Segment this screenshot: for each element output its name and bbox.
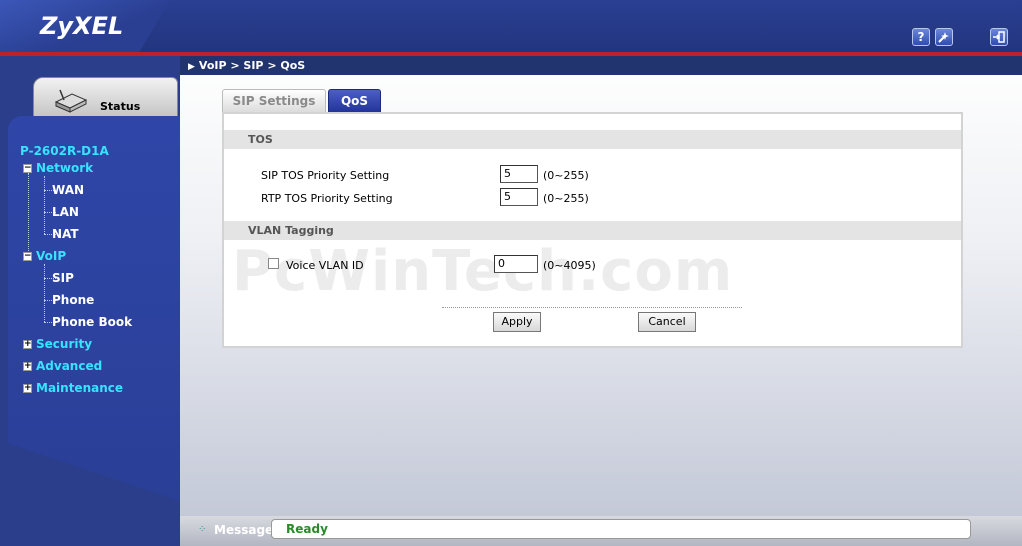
nav-maintenance[interactable]: Maintenance bbox=[36, 381, 123, 395]
tab-qos[interactable]: QoS bbox=[328, 89, 381, 112]
zyxel-logo: ZyXEL bbox=[40, 12, 124, 40]
expand-icon[interactable]: + bbox=[23, 384, 32, 393]
breadcrumb: ▶ VoIP > SIP > QoS bbox=[180, 56, 1022, 75]
breadcrumb-arrow-icon: ▶ bbox=[188, 62, 195, 72]
sip-tos-range: (0~255) bbox=[543, 169, 589, 182]
voice-vlan-checkbox[interactable] bbox=[268, 258, 279, 269]
nav-advanced[interactable]: Advanced bbox=[36, 359, 102, 373]
status-label: Status bbox=[100, 100, 141, 113]
router-icon bbox=[52, 88, 88, 117]
top-header: ZyXEL ? bbox=[0, 0, 1022, 52]
expand-icon[interactable]: + bbox=[23, 362, 32, 371]
nav-network[interactable]: Network bbox=[36, 161, 93, 175]
sidebar: Status P-2602R-D1A − Network WAN LAN NAT… bbox=[0, 56, 180, 546]
status-bar: ⁘ Message Ready bbox=[180, 516, 1022, 546]
message-grip-icon: ⁘ bbox=[198, 524, 207, 535]
tab-sip-settings[interactable]: SIP Settings bbox=[222, 89, 326, 112]
sip-tos-label: SIP TOS Priority Setting bbox=[261, 169, 390, 182]
voice-vlan-label: Voice VLAN ID bbox=[286, 259, 364, 272]
nav-security[interactable]: Security bbox=[36, 337, 92, 351]
apply-button[interactable]: Apply bbox=[493, 312, 541, 332]
message-label: Message bbox=[214, 523, 274, 537]
nav-nat[interactable]: NAT bbox=[52, 227, 79, 241]
nav-phone[interactable]: Phone bbox=[52, 293, 94, 307]
section-tos-header: TOS bbox=[224, 130, 961, 149]
nav-voip[interactable]: VoIP bbox=[36, 249, 66, 263]
wizard-icon[interactable] bbox=[935, 28, 953, 46]
nav-panel bbox=[8, 116, 180, 501]
rtp-tos-label: RTP TOS Priority Setting bbox=[261, 192, 393, 205]
tree-line bbox=[44, 176, 45, 234]
message-box: Ready bbox=[271, 519, 971, 539]
tree-line bbox=[28, 173, 29, 253]
sip-tos-input[interactable]: 5 bbox=[500, 165, 538, 183]
nav-lan[interactable]: LAN bbox=[52, 205, 79, 219]
logout-icon[interactable] bbox=[990, 28, 1008, 46]
expand-icon[interactable]: + bbox=[23, 340, 32, 349]
nav-wan[interactable]: WAN bbox=[52, 183, 84, 197]
collapse-icon[interactable]: − bbox=[23, 164, 32, 173]
nav-phone-book[interactable]: Phone Book bbox=[52, 315, 132, 329]
breadcrumb-text: VoIP > SIP > QoS bbox=[198, 59, 306, 72]
help-icon[interactable]: ? bbox=[912, 28, 930, 46]
collapse-icon[interactable]: − bbox=[23, 252, 32, 261]
rtp-tos-input[interactable]: 5 bbox=[500, 188, 538, 206]
device-name[interactable]: P-2602R-D1A bbox=[20, 144, 109, 158]
cancel-button[interactable]: Cancel bbox=[638, 312, 696, 332]
voice-vlan-range: (0~4095) bbox=[543, 259, 596, 272]
tree-line bbox=[44, 264, 45, 322]
button-separator bbox=[442, 307, 742, 308]
main-content: ▶ VoIP > SIP > QoS SIP Settings QoS TOS S… bbox=[180, 56, 1022, 516]
rtp-tos-range: (0~255) bbox=[543, 192, 589, 205]
nav-sip[interactable]: SIP bbox=[52, 271, 74, 285]
section-vlan-header: VLAN Tagging bbox=[224, 221, 961, 240]
qos-panel: TOS SIP TOS Priority Setting 5 (0~255) R… bbox=[222, 112, 963, 348]
voice-vlan-input[interactable]: 0 bbox=[494, 255, 538, 273]
